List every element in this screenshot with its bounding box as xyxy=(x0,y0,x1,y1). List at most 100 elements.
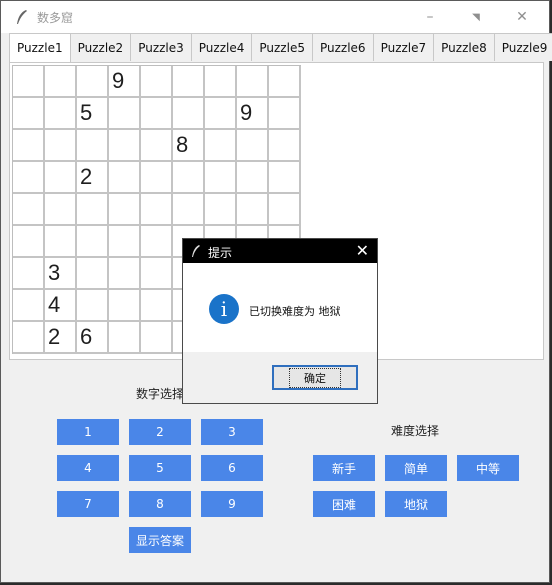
grid-cell[interactable] xyxy=(141,98,173,130)
grid-cell[interactable] xyxy=(269,162,301,194)
grid-cell[interactable] xyxy=(77,290,109,322)
grid-cell[interactable] xyxy=(13,98,45,130)
grid-cell[interactable] xyxy=(269,194,301,226)
grid-cell[interactable] xyxy=(205,162,237,194)
grid-cell[interactable]: 2 xyxy=(45,322,77,354)
grid-cell[interactable] xyxy=(109,290,141,322)
tab-puzzle9[interactable]: Puzzle9 xyxy=(493,33,552,61)
grid-cell[interactable] xyxy=(13,162,45,194)
difficulty-button-medium[interactable]: 中等 xyxy=(457,455,519,481)
grid-cell[interactable] xyxy=(13,322,45,354)
grid-cell[interactable] xyxy=(109,322,141,354)
grid-cell[interactable]: 5 xyxy=(77,98,109,130)
number-button-2[interactable]: 2 xyxy=(129,419,191,445)
difficulty-button-hard[interactable]: 困难 xyxy=(313,491,375,517)
tab-puzzle1[interactable]: Puzzle1 xyxy=(9,33,71,63)
maximize-button[interactable]: ◥ xyxy=(453,1,499,33)
number-button-8[interactable]: 8 xyxy=(129,491,191,517)
grid-cell[interactable] xyxy=(45,162,77,194)
grid-cell[interactable]: 3 xyxy=(45,258,77,290)
grid-cell[interactable]: 9 xyxy=(237,98,269,130)
ok-button[interactable]: 确定 xyxy=(272,365,358,390)
difficulty-button-novice[interactable]: 新手 xyxy=(313,455,375,481)
grid-cell[interactable] xyxy=(237,66,269,98)
grid-cell[interactable] xyxy=(141,290,173,322)
grid-cell[interactable] xyxy=(205,66,237,98)
grid-cell[interactable] xyxy=(269,66,301,98)
grid-cell[interactable] xyxy=(77,66,109,98)
grid-cell[interactable] xyxy=(13,130,45,162)
difficulty-button-hell[interactable]: 地狱 xyxy=(385,491,447,517)
dialog-close-button[interactable]: ✕ xyxy=(356,241,369,260)
grid-cell[interactable] xyxy=(109,226,141,258)
grid-cell[interactable] xyxy=(269,130,301,162)
grid-cell[interactable] xyxy=(141,162,173,194)
grid-cell[interactable] xyxy=(13,290,45,322)
grid-cell[interactable] xyxy=(45,226,77,258)
grid-cell[interactable] xyxy=(237,194,269,226)
grid-cell[interactable] xyxy=(109,194,141,226)
grid-cell[interactable] xyxy=(45,66,77,98)
tab-puzzle4[interactable]: Puzzle4 xyxy=(190,33,253,61)
grid-cell[interactable] xyxy=(141,130,173,162)
grid-cell[interactable]: 6 xyxy=(77,322,109,354)
grid-cell[interactable] xyxy=(77,226,109,258)
minimize-button[interactable]: – xyxy=(407,1,453,33)
grid-cell[interactable] xyxy=(141,66,173,98)
grid-cell[interactable] xyxy=(173,98,205,130)
number-button-7[interactable]: 7 xyxy=(57,491,119,517)
grid-cell[interactable] xyxy=(13,194,45,226)
grid-cell[interactable] xyxy=(205,194,237,226)
grid-cell[interactable]: 9 xyxy=(109,66,141,98)
grid-cell[interactable] xyxy=(109,162,141,194)
grid-cell[interactable] xyxy=(205,130,237,162)
window-title: 数多窟 xyxy=(37,11,74,25)
grid-cell[interactable] xyxy=(13,258,45,290)
grid-cell[interactable] xyxy=(109,130,141,162)
grid-cell[interactable]: 2 xyxy=(77,162,109,194)
grid-cell[interactable] xyxy=(173,162,205,194)
grid-cell[interactable]: 4 xyxy=(45,290,77,322)
grid-cell[interactable] xyxy=(109,258,141,290)
grid-cell[interactable] xyxy=(173,194,205,226)
grid-cell[interactable] xyxy=(141,194,173,226)
grid-cell[interactable] xyxy=(13,226,45,258)
difficulty-button-easy[interactable]: 简单 xyxy=(385,455,447,481)
number-button-4[interactable]: 4 xyxy=(57,455,119,481)
grid-cell[interactable] xyxy=(173,66,205,98)
show-answer-button[interactable]: 显示答案 xyxy=(129,527,191,553)
tab-puzzle8[interactable]: Puzzle8 xyxy=(433,33,495,61)
grid-cell[interactable] xyxy=(109,98,141,130)
grid-cell[interactable] xyxy=(45,130,77,162)
number-button-9[interactable]: 9 xyxy=(201,491,263,517)
info-dialog: 提示 ✕ i 已切换难度为 地狱 确定 xyxy=(182,238,378,404)
grid-cell[interactable] xyxy=(77,194,109,226)
number-button-1[interactable]: 1 xyxy=(57,419,119,445)
tab-puzzle7[interactable]: Puzzle7 xyxy=(372,33,435,61)
dialog-message: 已切换难度为 地狱 xyxy=(249,305,341,318)
grid-cell[interactable] xyxy=(141,226,173,258)
grid-cell[interactable] xyxy=(13,66,45,98)
grid-cell[interactable]: 8 xyxy=(173,130,205,162)
number-button-3[interactable]: 3 xyxy=(201,419,263,445)
grid-cell[interactable] xyxy=(45,194,77,226)
grid-cell[interactable] xyxy=(141,322,173,354)
grid-cell[interactable] xyxy=(269,98,301,130)
grid-cell[interactable] xyxy=(45,98,77,130)
number-button-5[interactable]: 5 xyxy=(129,455,191,481)
number-button-6[interactable]: 6 xyxy=(201,455,263,481)
grid-cell[interactable] xyxy=(205,98,237,130)
grid-cell[interactable] xyxy=(237,130,269,162)
grid-cell[interactable] xyxy=(237,162,269,194)
close-button[interactable]: ✕ xyxy=(499,1,545,33)
tab-puzzle6[interactable]: Puzzle6 xyxy=(311,33,374,61)
grid-cell[interactable] xyxy=(77,258,109,290)
dialog-footer: 确定 xyxy=(183,352,377,403)
tab-puzzle3[interactable]: Puzzle3 xyxy=(130,33,192,61)
feather-icon xyxy=(17,10,27,24)
grid-cell[interactable] xyxy=(77,130,109,162)
number-select-label: 数字选择 xyxy=(136,387,185,401)
tab-puzzle5[interactable]: Puzzle5 xyxy=(251,33,313,61)
tab-puzzle2[interactable]: Puzzle2 xyxy=(69,33,132,61)
grid-cell[interactable] xyxy=(141,258,173,290)
